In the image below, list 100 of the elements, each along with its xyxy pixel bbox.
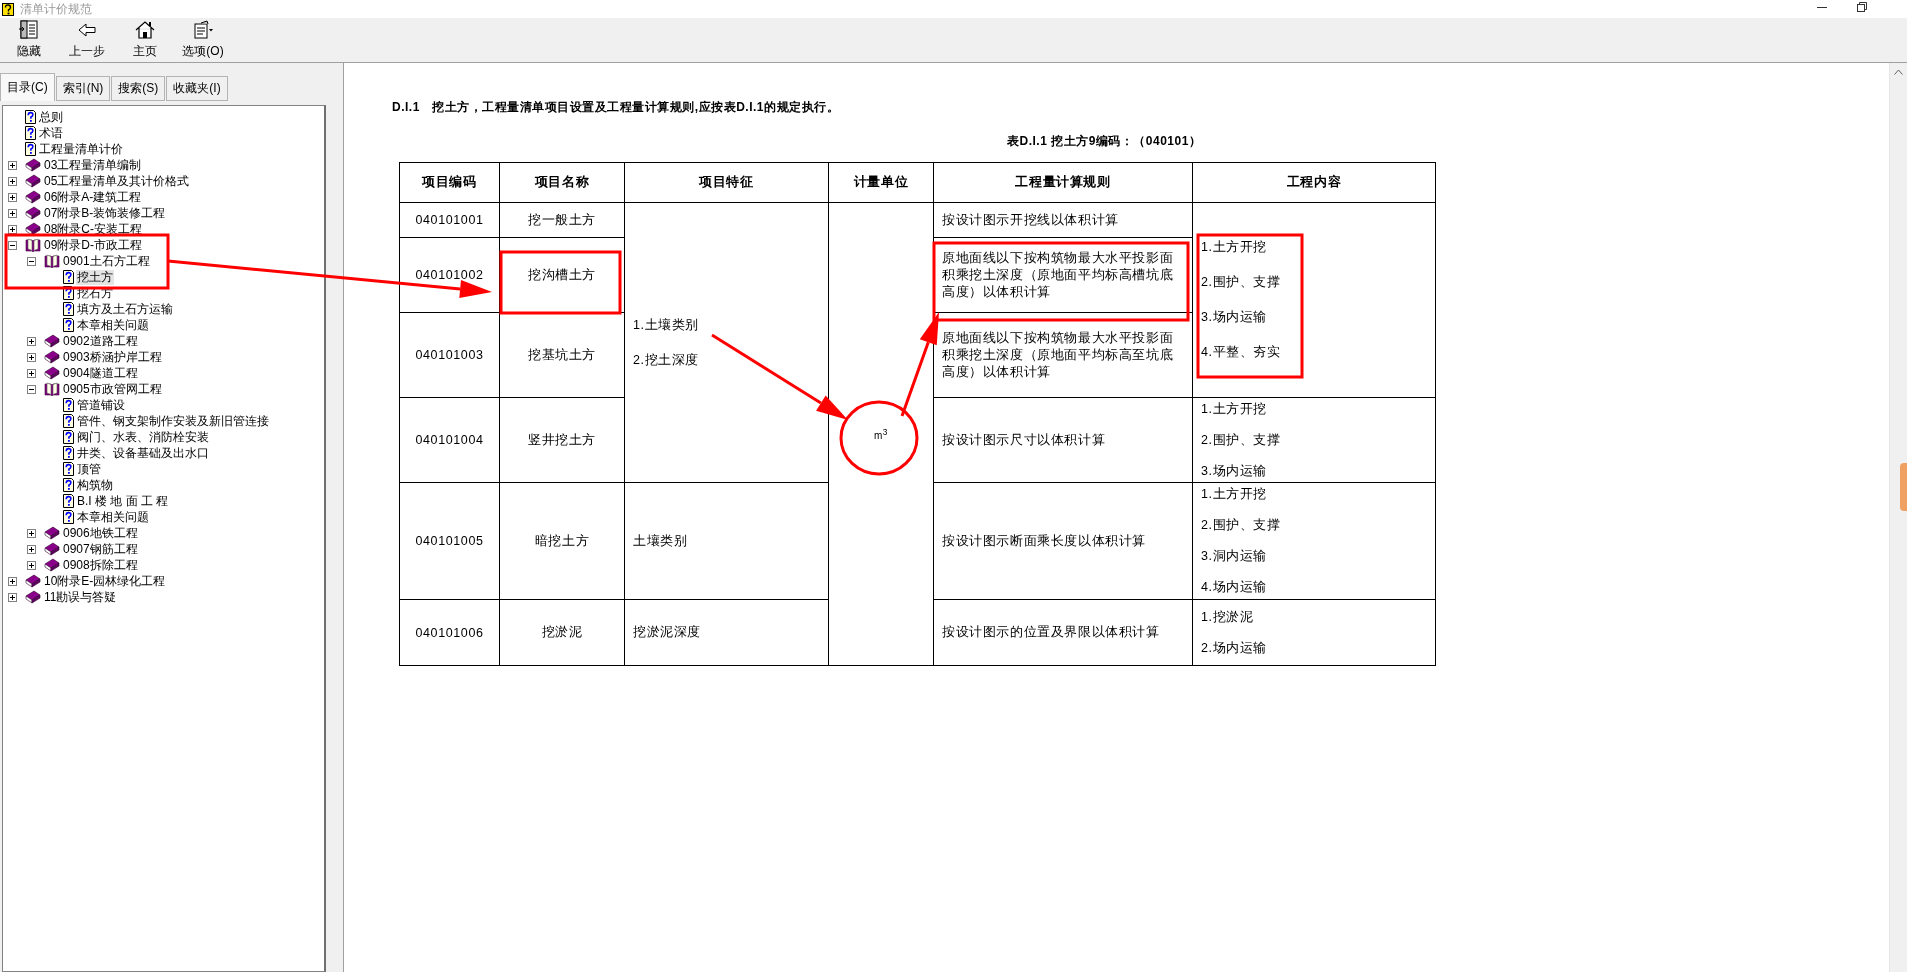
collapse-icon[interactable] <box>27 256 36 266</box>
tree-item[interactable]: 0906地铁工程 <box>62 525 139 541</box>
tab[interactable]: 收藏夹(I) <box>166 76 228 101</box>
expand-icon[interactable] <box>27 544 36 554</box>
cell-line: 2.场内运输 <box>1201 639 1269 657</box>
open-book-icon <box>44 382 60 396</box>
tree-item[interactable]: 本章相关问题 <box>76 317 150 333</box>
closed-book-icon <box>44 334 60 348</box>
table-cell: 040101003 <box>399 312 500 398</box>
tree-item[interactable]: 构筑物 <box>76 477 114 493</box>
expand-icon[interactable] <box>8 224 17 234</box>
expand-icon[interactable] <box>8 592 17 602</box>
cell-line: 2.围护、支撑 <box>1201 274 1282 291</box>
tree-item[interactable]: 0903桥涵护岸工程 <box>62 349 163 365</box>
tree-item[interactable]: 08附录C-安装工程 <box>43 221 143 237</box>
help-page-icon <box>63 510 74 524</box>
table-cell: 按设计图示尺寸以体积计算 <box>933 397 1193 483</box>
cell-line: 1.土壤类别 <box>633 316 701 334</box>
help-page-icon <box>63 270 74 284</box>
tree-item[interactable]: 10附录E-园林绿化工程 <box>43 573 167 589</box>
expand-icon[interactable] <box>27 336 36 346</box>
side-handle[interactable] <box>1900 463 1907 511</box>
closed-book-icon <box>25 590 41 604</box>
toolbar-button[interactable]: 主页 <box>116 18 174 62</box>
toolbar-button[interactable]: 隐藏 <box>0 18 58 62</box>
help-page-icon <box>63 430 74 444</box>
tree-item[interactable]: 挖土方 <box>76 269 114 285</box>
table-cell: 暗挖土方 <box>499 482 625 600</box>
tree-item[interactable]: 术语 <box>38 125 64 141</box>
help-page-icon <box>25 126 36 140</box>
tree-item[interactable]: B.I 楼 地 面 工 程 <box>76 493 170 509</box>
column-header: 项目特征 <box>624 162 829 203</box>
tree-item[interactable]: 顶管 <box>76 461 102 477</box>
column-header: 项目名称 <box>499 162 625 203</box>
help-page-icon <box>63 398 74 412</box>
tree-item[interactable]: 本章相关问题 <box>76 509 150 525</box>
cell-line: 3.洞内运输 <box>1201 548 1269 565</box>
tree-item[interactable]: 11勘误与答疑 <box>43 589 118 605</box>
tree-item[interactable]: 阀门、水表、消防栓安装 <box>76 429 210 445</box>
open-book-icon <box>25 238 41 252</box>
closed-book-icon <box>25 158 41 172</box>
expand-icon[interactable] <box>8 176 17 186</box>
collapse-icon[interactable] <box>27 384 36 394</box>
tree-item[interactable]: 工程量清单计价 <box>38 141 124 157</box>
toolbar-button[interactable]: 上一步 <box>58 18 116 62</box>
tree-item[interactable]: 管件、钢支架制作安装及新旧管连接 <box>76 413 270 429</box>
tree-item[interactable]: 0901土石方工程 <box>62 253 151 269</box>
cell-line: 4.平整、夯实 <box>1201 344 1282 361</box>
expand-icon[interactable] <box>27 528 36 538</box>
tree-item[interactable]: 06附录A-建筑工程 <box>43 189 143 205</box>
tree-item[interactable]: 09附录D-市政工程 <box>43 237 143 253</box>
expand-icon[interactable] <box>8 160 17 170</box>
cell-line: 1.挖淤泥 <box>1201 608 1255 626</box>
expand-icon[interactable] <box>8 208 17 218</box>
help-page-icon <box>63 494 74 508</box>
table-caption: 表D.I.1 挖土方9编码：（040101） <box>1007 133 1203 150</box>
cell-line: 1.土方开挖 <box>1201 239 1269 256</box>
closed-book-icon <box>44 558 60 572</box>
tree-item[interactable]: 0907钢筋工程 <box>62 541 139 557</box>
tree-item[interactable]: 0904隧道工程 <box>62 365 139 381</box>
window-title: 清单计价规范 <box>20 0 92 18</box>
help-page-icon <box>63 446 74 460</box>
tree-item[interactable]: 0902道路工程 <box>62 333 139 349</box>
tree-item[interactable]: 07附录B-装饰装修工程 <box>43 205 167 221</box>
expand-icon[interactable] <box>27 352 36 362</box>
tree-item[interactable]: 井类、设备基础及出水口 <box>76 445 210 461</box>
scroll-up-icon[interactable] <box>1894 69 1903 75</box>
help-app-icon <box>2 2 14 16</box>
tab[interactable]: 索引(N) <box>55 76 111 101</box>
expand-icon[interactable] <box>27 560 36 570</box>
tree-item[interactable]: 0908拆除工程 <box>62 557 139 573</box>
table-cell: 按设计图示的位置及界限以体积计算 <box>933 599 1193 666</box>
toolbar-button[interactable]: 选项(O) <box>174 18 232 62</box>
table-cell: 挖淤泥 <box>499 599 625 666</box>
tab[interactable]: 搜索(S) <box>111 76 166 101</box>
closed-book-icon <box>44 526 60 540</box>
expand-icon[interactable] <box>8 576 17 586</box>
tree-item[interactable]: 管道铺设 <box>76 397 126 413</box>
closed-book-icon <box>25 206 41 220</box>
closed-book-icon <box>25 190 41 204</box>
tree-item[interactable]: 03工程量清单编制 <box>43 157 143 173</box>
help-page-icon <box>63 302 74 316</box>
tree-item[interactable]: 0905市政管网工程 <box>62 381 163 397</box>
table-cell: 040101004 <box>399 397 500 483</box>
help-page-icon <box>25 142 36 156</box>
tree-item[interactable]: 填方及土石方运输 <box>76 301 174 317</box>
home-icon <box>134 20 156 40</box>
tree-item[interactable]: 总则 <box>38 109 64 125</box>
panel-icon <box>18 20 40 40</box>
help-page-icon <box>63 478 74 492</box>
closed-book-icon <box>44 542 60 556</box>
closed-book-icon <box>25 222 41 236</box>
tree-item[interactable]: 05工程量清单及其计价格式 <box>43 173 191 189</box>
tab[interactable]: 目录(C) <box>0 73 55 101</box>
cell-line: 1.土方开挖 <box>1201 400 1269 418</box>
closed-book-icon <box>25 574 41 588</box>
restore-icon[interactable] <box>1857 2 1867 12</box>
expand-icon[interactable] <box>8 192 17 202</box>
expand-icon[interactable] <box>27 368 36 378</box>
collapse-icon[interactable] <box>8 240 17 250</box>
